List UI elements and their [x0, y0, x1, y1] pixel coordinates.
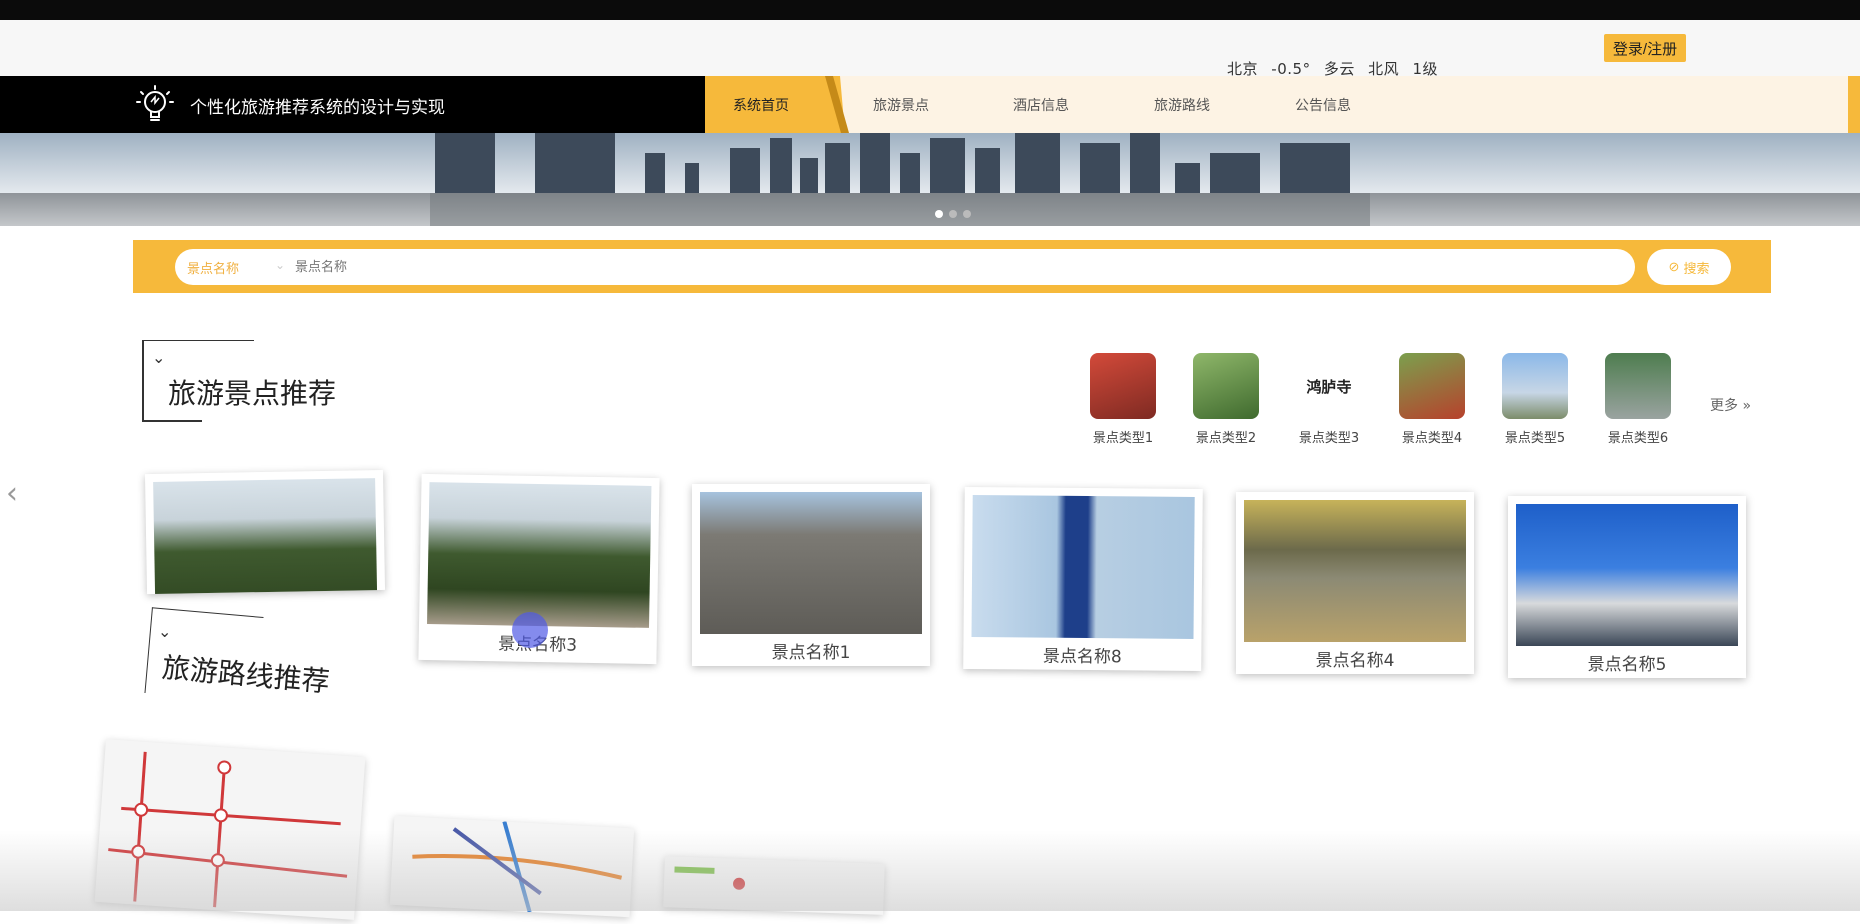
attraction-type-item[interactable]: 景点类型1 [1090, 353, 1156, 446]
attraction-card[interactable] [144, 469, 386, 595]
attraction-type-item[interactable]: 景点类型6 [1605, 353, 1671, 446]
attraction-type-label: 景点类型6 [1607, 431, 1669, 446]
nav-item-announcements[interactable]: 公告信息 [1295, 76, 1351, 133]
chevron-down-icon[interactable]: ⌄ [275, 258, 285, 272]
top-info-bar: 北京 -0.5° 多云 北风 1级 [0, 20, 1860, 78]
attraction-type-thumbnail [1193, 353, 1259, 419]
site-title: 个性化旅游推荐系统的设计与实现 [190, 98, 445, 118]
search-input[interactable] [295, 255, 1615, 279]
search-bar: 景点名称 ⌄ ⊘ 搜索 [133, 240, 1771, 293]
attraction-type-thumbnail [1605, 353, 1671, 419]
attraction-types-list: 景点类型1 景点类型2 鸿胪寺 景点类型3 景点类型4 景点类型5 景点类型6 [1090, 353, 1671, 446]
banner-dot-3[interactable] [963, 210, 971, 218]
nav-item-home[interactable]: 系统首页 [733, 76, 789, 133]
banner-dot-2[interactable] [949, 210, 957, 218]
banner-pagination [935, 210, 971, 218]
lightbulb-logo-icon [136, 85, 174, 121]
attraction-type-label: 景点类型5 [1504, 431, 1566, 446]
attractions-title-frame-left [142, 340, 144, 422]
attraction-type-item[interactable]: 景点类型4 [1399, 353, 1465, 446]
nav-item-attractions[interactable]: 旅游景点 [873, 76, 929, 133]
chevron-down-icon: ⌄ [158, 622, 172, 641]
attraction-type-thumbnail: 鸿胪寺 [1296, 353, 1362, 419]
attraction-type-item[interactable]: 景点类型2 [1193, 353, 1259, 446]
nav-menu: 系统首页 旅游景点 酒店信息 旅游路线 公告信息 [705, 76, 1860, 133]
attraction-type-thumbnail [1090, 353, 1156, 419]
window-top-bar [0, 0, 1860, 20]
search-type-select[interactable]: 景点名称 [187, 258, 239, 277]
search-field-container: 景点名称 ⌄ [175, 249, 1635, 285]
attraction-photo [971, 495, 1195, 639]
attraction-type-label: 景点类型1 [1092, 431, 1154, 446]
search-button-label: 搜索 [1683, 260, 1710, 276]
attraction-card[interactable]: 景点名称5 [1508, 496, 1746, 678]
attraction-name: 景点名称5 [1587, 655, 1667, 675]
attraction-card[interactable]: 景点名称1 [692, 484, 930, 666]
attraction-type-item[interactable]: 景点类型5 [1502, 353, 1568, 446]
more-link[interactable]: 更多 » [1710, 395, 1751, 415]
attraction-photo [153, 478, 378, 595]
chevron-left-icon[interactable]: ‹ [6, 476, 18, 511]
search-icon: ⊘ [1668, 259, 1680, 274]
attraction-name: 景点名称1 [771, 643, 851, 663]
attraction-name: 景点名称8 [1042, 646, 1122, 668]
login-register-button[interactable]: 登录/注册 [1604, 34, 1686, 62]
nav-right-edge [1848, 76, 1860, 133]
nav-item-routes[interactable]: 旅游路线 [1154, 76, 1210, 133]
attraction-photo [1244, 500, 1466, 642]
attraction-name: 景点名称4 [1315, 651, 1395, 671]
city-skyline-image [430, 133, 1370, 226]
attraction-photo [700, 492, 922, 634]
chevron-down-icon: ⌄ [152, 348, 166, 367]
attraction-type-label: 景点类型3 [1298, 431, 1360, 446]
nav-item-hotels[interactable]: 酒店信息 [1013, 76, 1069, 133]
mouse-cursor-indicator [512, 612, 548, 648]
attraction-type-item[interactable]: 鸿胪寺 景点类型3 [1296, 353, 1362, 446]
banner-dot-1[interactable] [935, 210, 943, 218]
attraction-type-thumbnail [1399, 353, 1465, 419]
attraction-photo [427, 482, 652, 628]
attraction-photo [1516, 504, 1738, 646]
attraction-type-label: 景点类型2 [1195, 431, 1257, 446]
attraction-card[interactable]: 景点名称4 [1236, 492, 1474, 674]
attractions-section-title: 旅游景点推荐 [168, 377, 337, 410]
hero-banner[interactable] [0, 133, 1860, 226]
attraction-card[interactable]: 景点名称8 [963, 486, 1203, 672]
search-button[interactable]: ⊘ 搜索 [1647, 249, 1731, 285]
attraction-type-label: 景点类型4 [1401, 431, 1463, 446]
attractions-title-frame-bottom [142, 420, 202, 422]
bottom-fade-overlay [0, 830, 1860, 911]
attraction-type-thumbnail [1502, 353, 1568, 419]
